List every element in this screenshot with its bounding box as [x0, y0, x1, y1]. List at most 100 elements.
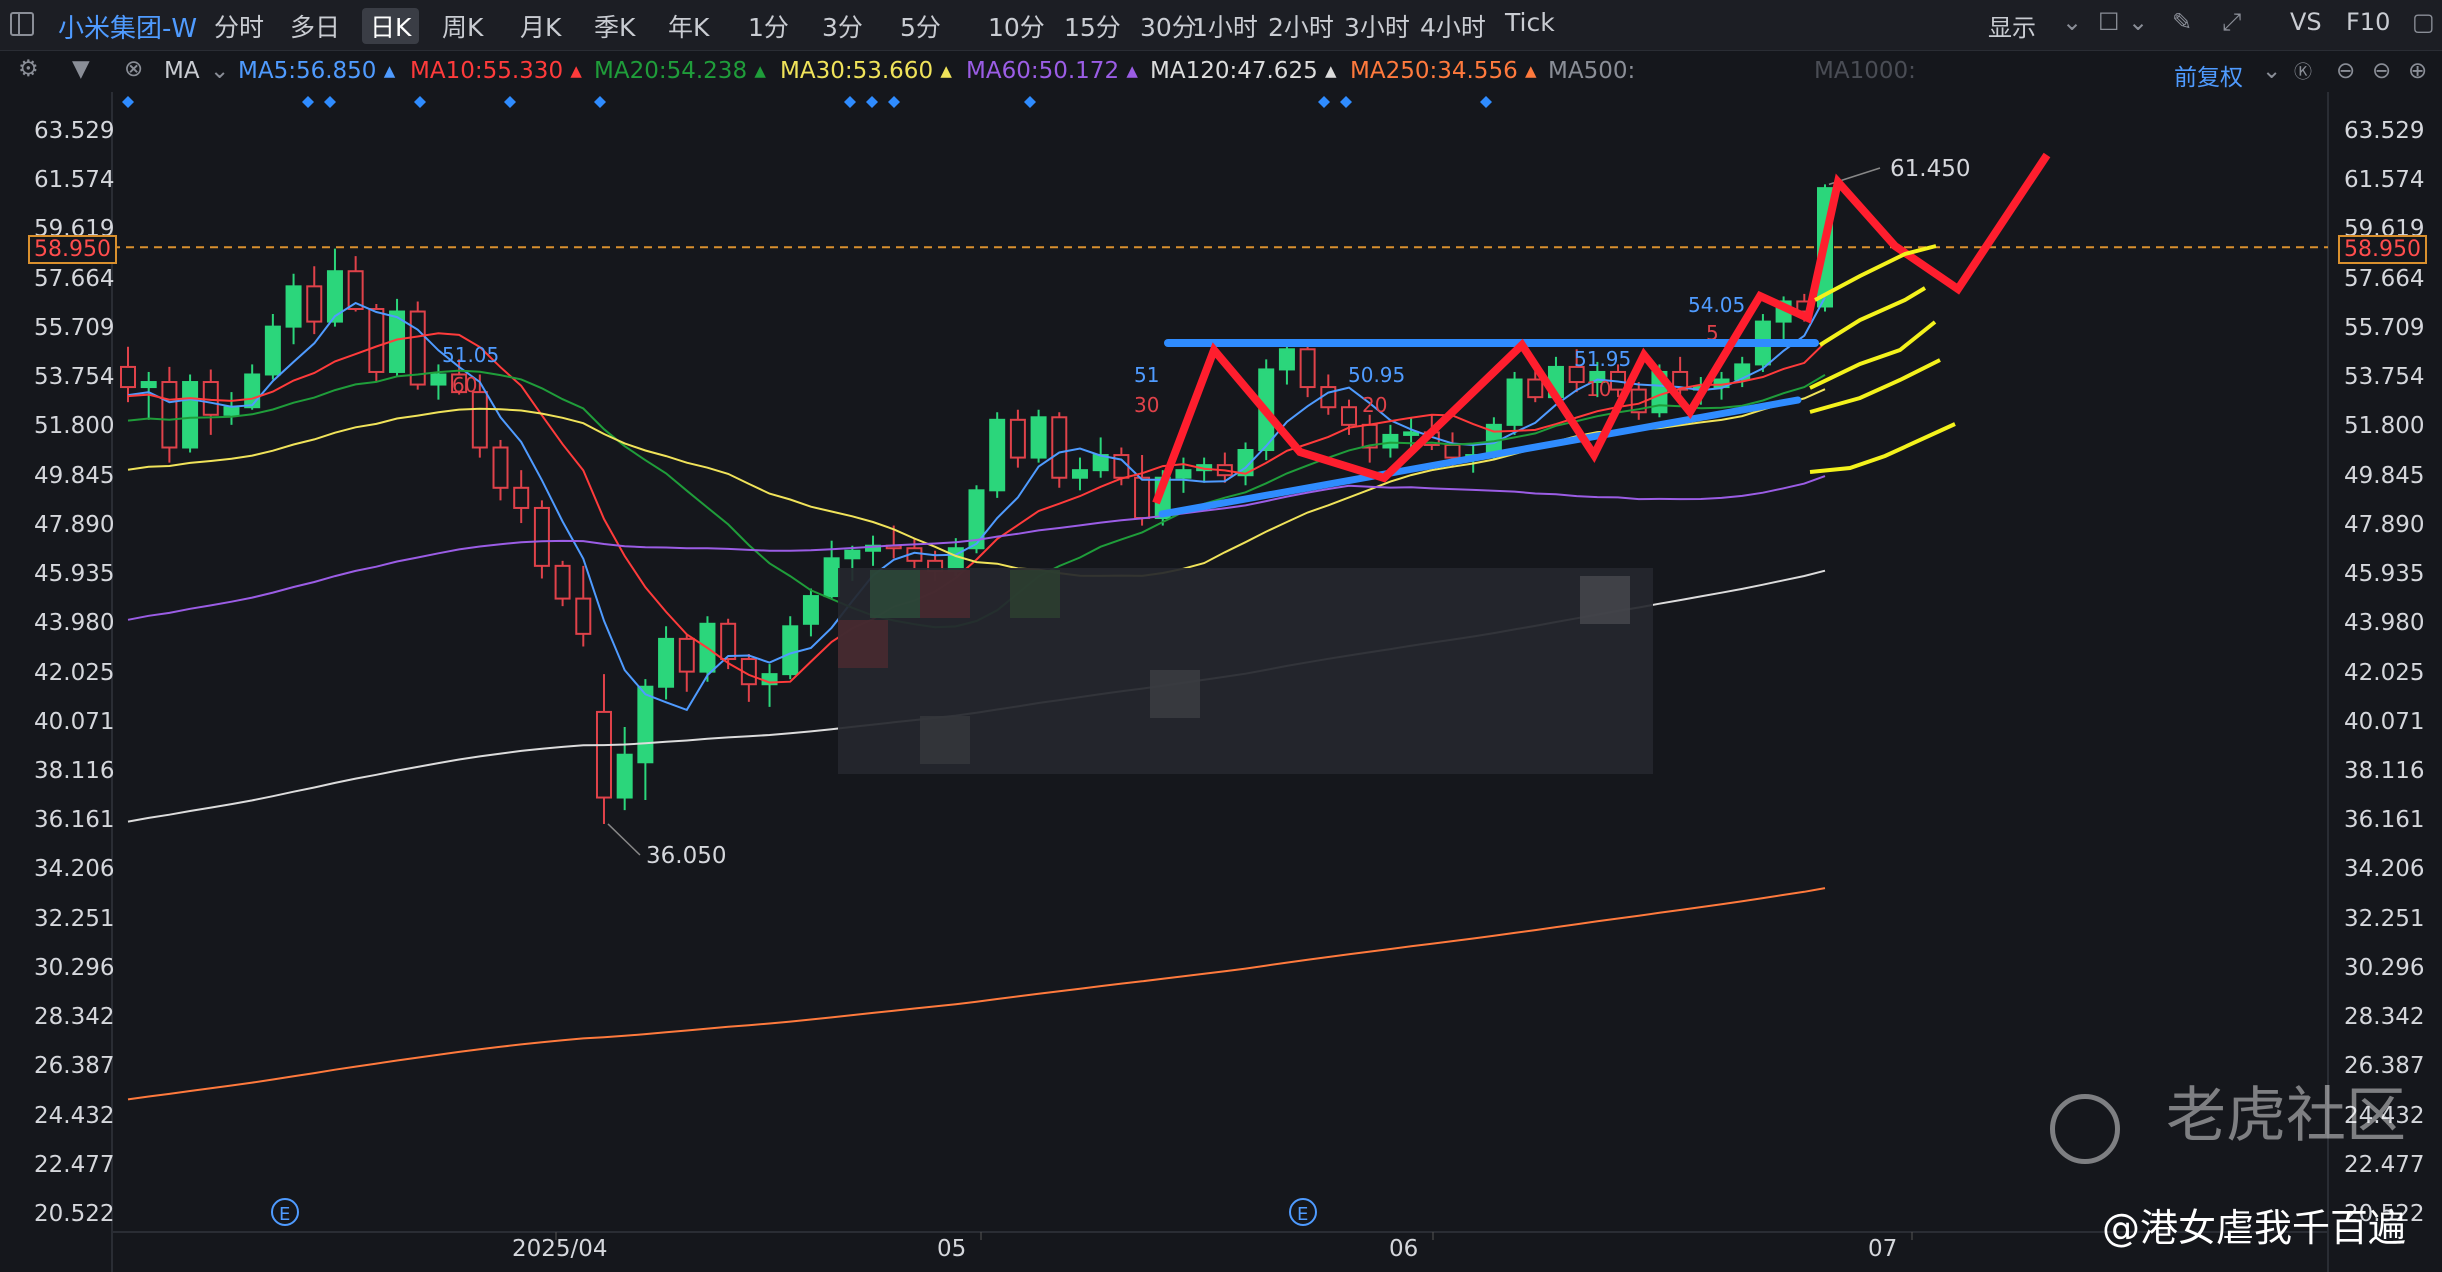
current-price-tag-left: 58.950: [28, 235, 117, 264]
candle-body: [1278, 348, 1295, 371]
candle-body: [595, 710, 612, 799]
date-tick: 07: [1868, 1236, 1898, 1262]
candle-body: [823, 557, 840, 598]
ma-mark-label: 51.95: [1574, 347, 1631, 371]
price-tick-r: 45.935: [2344, 561, 2425, 588]
price-tick-r: 28.342: [2344, 1004, 2425, 1031]
candle-body: [244, 373, 261, 409]
price-tick-r: 42.025: [2344, 659, 2425, 686]
candle-body: [720, 622, 737, 661]
candle-body: [368, 308, 385, 373]
price-tick-l: 22.477: [34, 1151, 115, 1178]
tiger-logo-icon: [2050, 1094, 2120, 1164]
candle-body: [844, 549, 861, 560]
price-tick-r: 38.116: [2344, 757, 2425, 784]
ma-mark-label: 20: [1362, 393, 1387, 417]
candle-body: [637, 685, 654, 764]
candle-body: [223, 406, 240, 416]
candle-body: [471, 391, 488, 449]
price-tick-l: 40.071: [34, 708, 115, 735]
blurred-cell: [920, 716, 970, 764]
blurred-cell: [1580, 576, 1630, 624]
candle-body: [1382, 433, 1399, 449]
candle-body: [678, 637, 695, 673]
current-price-tag-right: 58.950: [2338, 235, 2427, 264]
candle-body: [306, 285, 323, 323]
price-tick-r: 40.071: [2344, 708, 2425, 735]
candle-body: [202, 381, 219, 416]
price-tick-r: 36.161: [2344, 807, 2425, 834]
candle-body: [1403, 431, 1420, 436]
candle-body: [989, 418, 1006, 492]
price-tick-l: 51.800: [34, 413, 115, 440]
candle-body: [1734, 363, 1751, 381]
blurred-cell: [920, 570, 970, 618]
price-tick-l: 42.025: [34, 659, 115, 686]
candle-body: [802, 595, 819, 625]
date-tick: 05: [937, 1236, 967, 1262]
date-tick: 06: [1389, 1236, 1419, 1262]
price-tick-r: 53.754: [2344, 364, 2425, 391]
candle-body: [1051, 416, 1068, 479]
price-tick-r: 57.664: [2344, 265, 2425, 292]
ma-mark-label: 60: [452, 373, 477, 397]
price-tick-l: 36.161: [34, 807, 115, 834]
candle-body: [1527, 378, 1544, 399]
price-tick-l: 28.342: [34, 1004, 115, 1031]
price-tick-l: 63.529: [34, 118, 115, 144]
candlestick-chart[interactable]: 61.450 36.050 51.05 60 51 30 50.95 20 51.95 10 54.…: [0, 0, 2442, 1272]
price-tick-l: 55.709: [34, 314, 115, 341]
price-tick-l: 45.935: [34, 561, 115, 588]
price-tick-r: 51.800: [2344, 413, 2425, 440]
candle-body: [1341, 406, 1358, 426]
earnings-e-icon: E: [279, 1204, 290, 1225]
price-tick-l: 57.664: [34, 265, 115, 292]
candle-body: [1320, 386, 1337, 409]
price-tick-r: 43.980: [2344, 610, 2425, 637]
price-tick-l: 49.845: [34, 462, 115, 489]
low-label: 36.050: [646, 843, 726, 869]
price-tick-r: 22.477: [2344, 1151, 2425, 1178]
price-tick-r: 47.890: [2344, 511, 2425, 538]
high-label: 61.450: [1890, 156, 1970, 182]
price-tick-l: 53.754: [34, 364, 115, 391]
price-tick-l: 26.387: [34, 1053, 115, 1080]
candle-body: [161, 381, 178, 449]
candle-body: [1009, 418, 1026, 459]
price-tick-l: 43.980: [34, 610, 115, 637]
watermark-user: @港女虐我千百遍: [2101, 1206, 2406, 1250]
candle-body: [513, 486, 530, 509]
candle-body: [140, 381, 157, 389]
price-tick-r: 55.709: [2344, 314, 2425, 341]
price-tick-r: 32.251: [2344, 905, 2425, 932]
ma-mark-label: 30: [1134, 393, 1159, 417]
candle-body: [1030, 416, 1047, 459]
blurred-cell: [870, 570, 920, 618]
price-tick-r: 63.529: [2344, 118, 2425, 144]
ma-mark-label: 50.95: [1348, 363, 1405, 387]
price-tick-l: 24.432: [34, 1102, 115, 1129]
candle-body: [554, 564, 571, 600]
candle-body: [575, 597, 592, 635]
ma-mark-label: 54.05: [1688, 293, 1745, 317]
price-tick-l: 34.206: [34, 856, 115, 883]
price-tick-r: 30.296: [2344, 954, 2425, 981]
price-tick-l: 30.296: [34, 954, 115, 981]
candle-body: [782, 625, 799, 676]
earnings-e-icon: E: [1297, 1204, 1308, 1225]
price-tick-r: 61.574: [2344, 167, 2425, 194]
price-tick-l: 61.574: [34, 167, 115, 194]
price-tick-r: 49.845: [2344, 462, 2425, 489]
price-tick-l: 32.251: [34, 905, 115, 932]
price-tick-r: 34.206: [2344, 856, 2425, 883]
candle-body: [264, 325, 281, 376]
blurred-cell: [838, 620, 888, 668]
candle-body: [1071, 469, 1088, 479]
candle-body: [492, 446, 509, 489]
candle-body: [182, 381, 199, 449]
ma-mark-label: 51: [1134, 363, 1159, 387]
ma-mark-label: 51.05: [442, 343, 499, 367]
candle-body: [285, 285, 302, 328]
date-tick: 2025/04: [512, 1236, 608, 1262]
candle-body: [616, 753, 633, 799]
